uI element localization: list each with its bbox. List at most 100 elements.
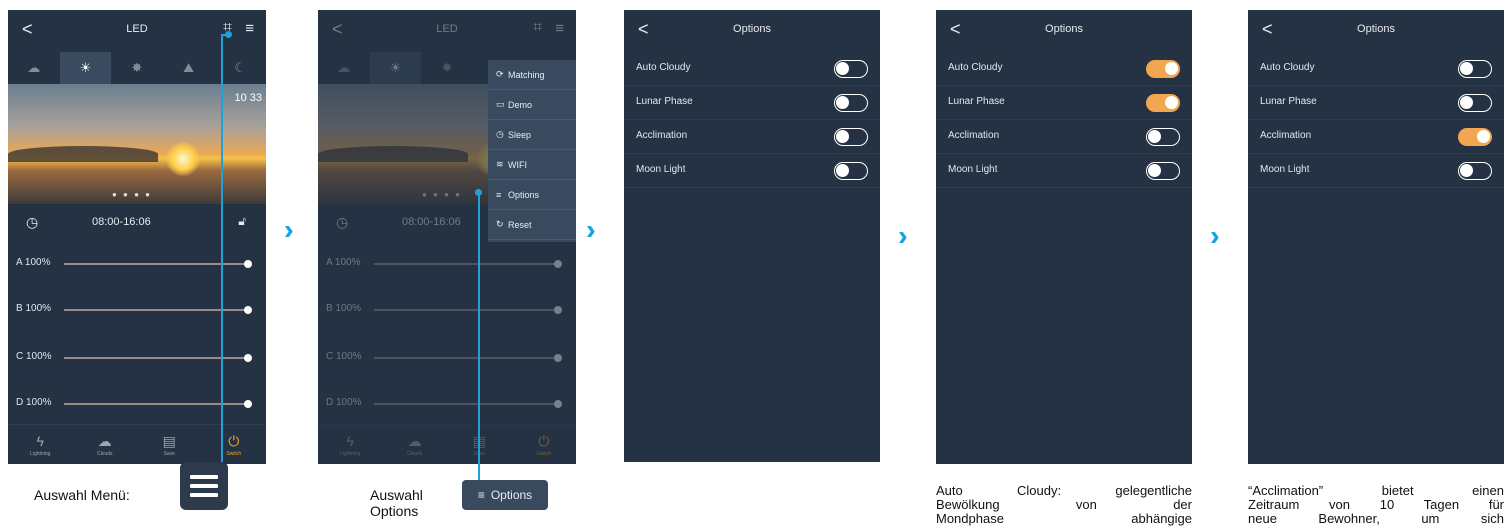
option-row-acclimation: Acclimation (1248, 120, 1504, 154)
timer-icon[interactable]: ◷ (26, 214, 38, 231)
slider-knob[interactable] (244, 260, 252, 268)
desc-line: neue Bewohner, um sich (1248, 511, 1504, 526)
cloud-icon: ☁ (97, 432, 112, 449)
auto-cloudy-toggle[interactable] (1146, 60, 1180, 78)
acclimation-toggle[interactable] (1146, 128, 1180, 146)
slider-knob (554, 400, 562, 408)
option-row-auto-cloudy: Auto Cloudy (936, 52, 1192, 86)
time-range: 08:00-16:06 (402, 216, 461, 228)
tab-cloud: ☁ (337, 60, 351, 75)
option-label: Acclimation (1260, 130, 1312, 141)
slider-c: C 100% (326, 350, 566, 366)
toggle-knob (1460, 96, 1473, 109)
lunar-phase-toggle[interactable] (1146, 94, 1180, 112)
bottom-nav: ϟ Lightning ☁ Clouds ▤ Save ⏻ Switch (8, 424, 266, 464)
menu-item-wifi[interactable]: ≋ WIFI (488, 150, 576, 180)
tab-cloud[interactable]: ☁ (8, 52, 60, 84)
nav-clouds[interactable]: ☁ Clouds (73, 425, 138, 464)
menu-item-label: Matching (508, 69, 545, 80)
led-header: < LED ⌗ ≡ (8, 10, 266, 50)
toggle-knob (836, 62, 849, 75)
lightning-icon: ϟ (346, 432, 354, 449)
tab-sun[interactable]: ✸ (111, 52, 163, 84)
slider-track[interactable] (64, 403, 246, 405)
lunar-phase-toggle[interactable] (834, 94, 868, 112)
slider-track (374, 403, 556, 405)
moon-light-toggle[interactable] (834, 162, 868, 180)
options-caption-line1: Auswahl (370, 487, 423, 503)
slider-knob (554, 354, 562, 362)
moon-light-toggle[interactable] (1458, 162, 1492, 180)
demo-icon: ▭ (496, 99, 505, 109)
auto-cloudy-toggle[interactable] (1458, 60, 1492, 78)
led-header: < LED ⌗ ≡ (318, 10, 576, 50)
slider-track[interactable] (64, 309, 246, 311)
option-row-moon-light: Moon Light (1248, 154, 1504, 188)
desc-line: Zeitraum von 10 Tagen für (1248, 497, 1504, 512)
save-icon: ▤ (162, 432, 176, 449)
option-label: Moon Light (948, 164, 998, 175)
tab-sunrise[interactable]: ☀ (59, 52, 112, 84)
option-row-auto-cloudy: Auto Cloudy (624, 52, 880, 86)
slider-knob[interactable] (244, 400, 252, 408)
nav-label: Clouds (96, 450, 113, 457)
slider-label: A 100% (16, 257, 51, 268)
page-dots: ● ● ● ● (422, 190, 462, 199)
menu-item-label: Options (508, 189, 540, 200)
slider-track[interactable] (64, 263, 246, 265)
acclimation-toggle[interactable] (834, 128, 868, 146)
options-title: Options (1045, 23, 1083, 35)
nav-label: Lightning (30, 450, 51, 457)
option-row-acclimation: Acclimation (936, 120, 1192, 154)
toggle-knob (1165, 62, 1178, 75)
menu-item-options[interactable]: ≡ Options (488, 180, 576, 210)
reset-icon: ↻ (496, 219, 504, 229)
slider-d[interactable]: D 100% (16, 396, 256, 412)
callout-line (221, 34, 223, 462)
slider-a[interactable]: A 100% (16, 256, 256, 272)
clock-icon: ◷ (496, 129, 504, 139)
slider-b[interactable]: B 100% (16, 302, 256, 318)
auto-cloudy-description: Auto Cloudy: gelegentliche Bewölkung von… (936, 484, 1192, 526)
menu-item-sleep[interactable]: ◷ Sleep (488, 120, 576, 150)
slider-knob (554, 306, 562, 314)
acclimation-toggle[interactable] (1458, 128, 1492, 146)
slider-knob (554, 260, 562, 268)
nav-label: Lightning (340, 450, 361, 457)
menu-item-matching[interactable]: ⟳ Matching (488, 60, 576, 90)
desc-line: Bewölkung von der (936, 497, 1192, 512)
options-header: < Options (936, 10, 1192, 50)
led-screen: < LED ⌗ ≡ ☁ ☀ ✸ ⛰ ☾ 10 33 ● ● ● ● ◷ 08:0… (8, 10, 266, 464)
option-row-moon-light: Moon Light (624, 154, 880, 188)
toggle-knob (1148, 164, 1161, 177)
nav-save[interactable]: ▤ Save (137, 425, 202, 464)
slider-track[interactable] (64, 357, 246, 359)
hamburger-menu-icon (180, 462, 228, 510)
option-row-moon-light: Moon Light (936, 154, 1192, 188)
menu-item-reset[interactable]: ↻ Reset (488, 210, 576, 240)
menu-screen: < LED ⌗ ≡ ☁ ☀ ✸ ⛰ ☾ ● ● ● ● ◷ 08:00-16:0… (318, 10, 576, 464)
hill-shape (318, 146, 468, 162)
nav-switch[interactable]: ⏻ Switch (202, 425, 267, 464)
slider-track (374, 357, 556, 359)
slider-knob[interactable] (244, 354, 252, 362)
moon-light-toggle[interactable] (1146, 162, 1180, 180)
callout-dot (475, 189, 482, 196)
lunar-phase-toggle[interactable] (1458, 94, 1492, 112)
next-arrow-icon: ›› (898, 220, 905, 251)
nav-lightning[interactable]: ϟ Lightning (8, 425, 73, 464)
tab-landscape[interactable]: ⛰ (163, 52, 215, 84)
nav-label: Switch (226, 450, 242, 457)
time-range[interactable]: 08:00-16:06 (92, 216, 151, 228)
sunset-image: 10 33 ● ● ● ● (8, 84, 266, 204)
menu-icon[interactable]: ≡ (245, 20, 254, 37)
slider-c[interactable]: C 100% (16, 350, 256, 366)
auto-cloudy-toggle[interactable] (834, 60, 868, 78)
toggle-knob (1165, 96, 1178, 109)
options-title: Options (1357, 23, 1395, 35)
toggle-knob (836, 96, 849, 109)
slider-knob[interactable] (244, 306, 252, 314)
desc-line: Mondphase abhängige (936, 511, 1192, 526)
lock-icon[interactable]: 🔓︎ (238, 214, 246, 229)
menu-item-demo[interactable]: ▭ Demo (488, 90, 576, 120)
